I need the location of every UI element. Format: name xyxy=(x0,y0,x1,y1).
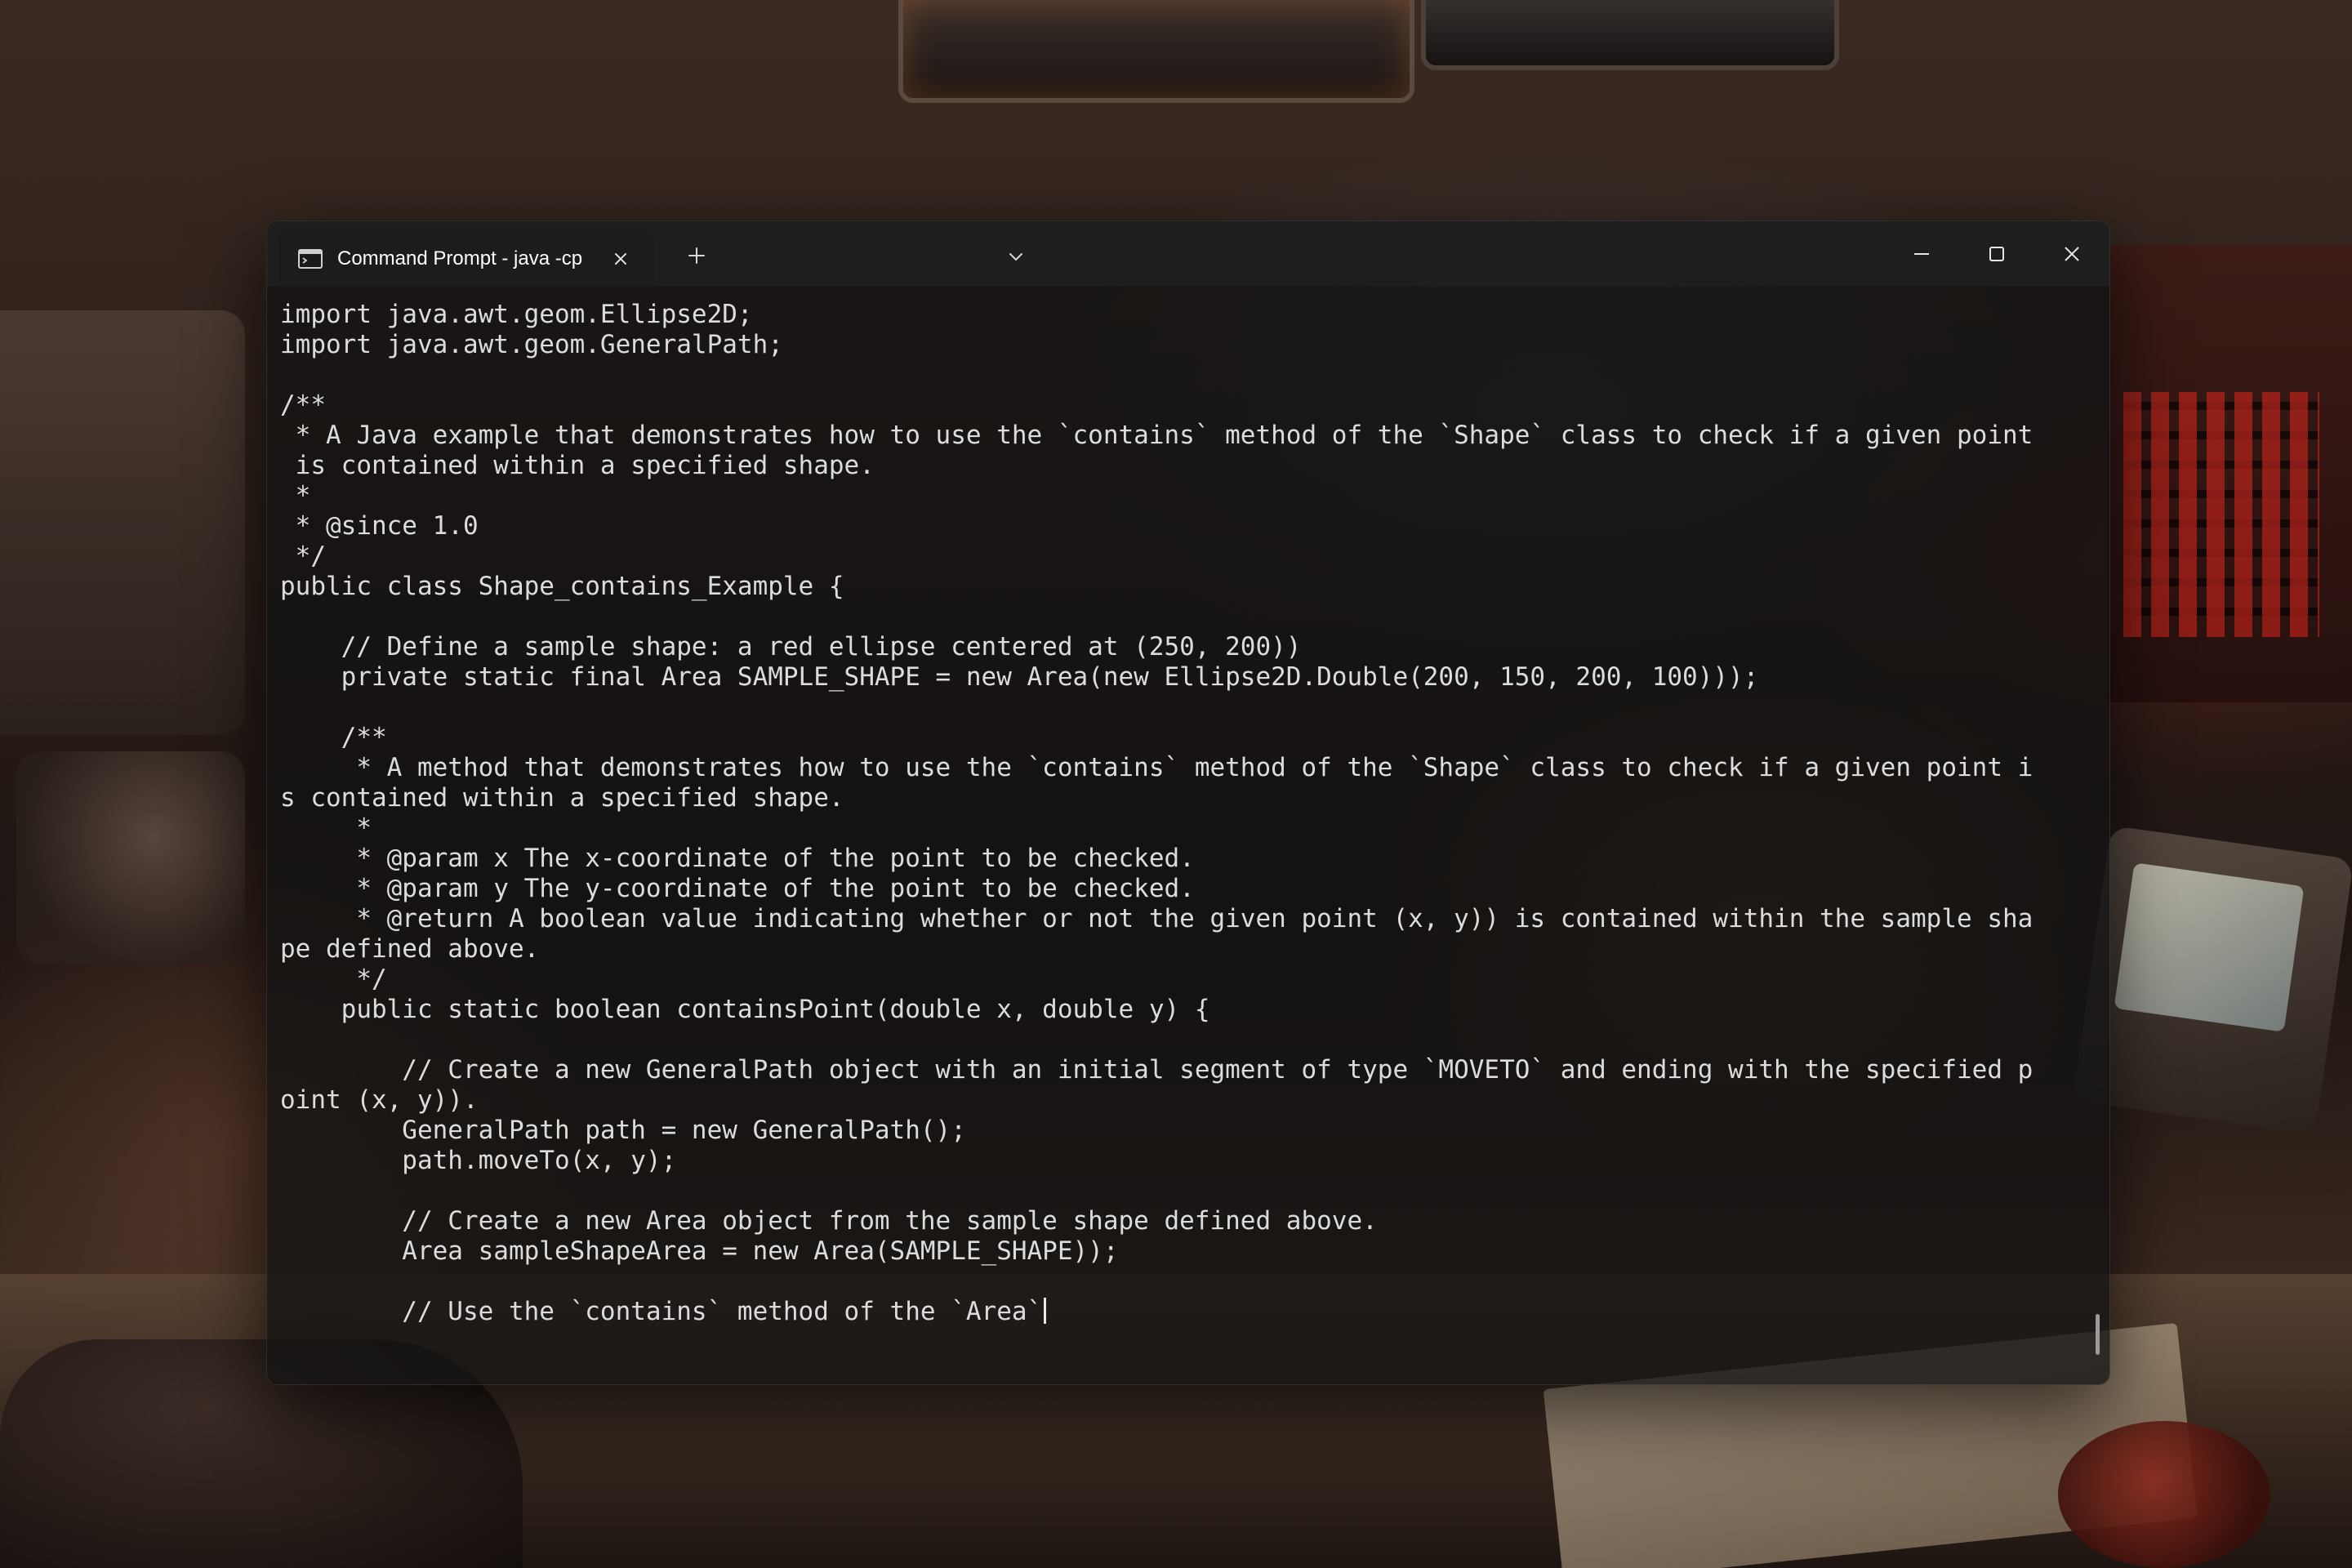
terminal-line: * A method that demonstrates how to use … xyxy=(280,753,2034,782)
terminal-line: /** xyxy=(280,390,326,420)
terminal-line: * @since 1.0 xyxy=(280,511,479,541)
close-icon[interactable] xyxy=(608,247,633,271)
terminal-line: import java.awt.geom.Ellipse2D; xyxy=(280,300,753,329)
terminal-line: * @param x The x-coordinate of the point… xyxy=(280,844,1195,873)
terminal-line: is contained within a specified shape. xyxy=(280,451,875,480)
terminal-line: * @param y The y-coordinate of the point… xyxy=(280,874,1195,903)
terminal-window: Command Prompt - java -cp import java.aw… xyxy=(266,220,2110,1385)
background-red-leds xyxy=(2123,392,2319,637)
terminal-line: // Define a sample shape: a red ellipse … xyxy=(280,632,1302,662)
terminal-line-text: // Use the `contains` method of the `Are… xyxy=(280,1297,1043,1326)
background-top-monitor-2 xyxy=(1421,0,1839,70)
minimize-icon xyxy=(1914,253,1929,255)
background-left-buttons xyxy=(16,751,245,964)
close-window-button[interactable] xyxy=(2034,221,2109,287)
terminal-line: path.moveTo(x, y); xyxy=(280,1146,677,1175)
background-knob xyxy=(2058,1421,2270,1568)
maximize-button[interactable] xyxy=(1959,221,2034,287)
tab-command-prompt[interactable]: Command Prompt - java -cp xyxy=(278,233,654,287)
terminal-line: GeneralPath path = new GeneralPath(); xyxy=(280,1116,966,1145)
terminal-line: */ xyxy=(280,541,326,571)
scrollbar-thumb[interactable] xyxy=(2096,1314,2100,1355)
terminal-line: import java.awt.geom.GeneralPath; xyxy=(280,330,783,359)
terminal-output[interactable]: import java.awt.geom.Ellipse2D; import j… xyxy=(280,300,2093,1368)
terminal-line: */ xyxy=(280,964,387,994)
text-cursor xyxy=(1044,1298,1047,1324)
close-icon xyxy=(2065,247,2079,261)
terminal-line: private static final Area SAMPLE_SHAPE =… xyxy=(280,662,1759,692)
terminal-line: /** xyxy=(280,723,387,752)
maximize-icon xyxy=(1989,247,2004,261)
terminal-line: // Create a new GeneralPath object with … xyxy=(280,1055,2034,1085)
terminal-line: * A Java example that demonstrates how t… xyxy=(280,421,2034,450)
terminal-line: oint (x, y)). xyxy=(280,1085,479,1115)
title-bar[interactable]: Command Prompt - java -cp xyxy=(267,221,2109,287)
terminal-line-current[interactable]: // Use the `contains` method of the `Are… xyxy=(280,1297,2093,1327)
terminal-line: * xyxy=(280,481,311,510)
minimize-button[interactable] xyxy=(1884,221,1959,287)
terminal-line: public static boolean containsPoint(doub… xyxy=(280,995,1210,1024)
background-left-panel xyxy=(0,310,245,735)
background-right-monitor-screen xyxy=(2114,862,2305,1032)
terminal-icon xyxy=(298,249,323,269)
background-top-monitor xyxy=(898,0,1414,103)
terminal-line: pe defined above. xyxy=(280,934,540,964)
terminal-line: s contained within a specified shape. xyxy=(280,783,844,813)
terminal-line: public class Shape_contains_Example { xyxy=(280,572,844,601)
terminal-line: // Create a new Area object from the sam… xyxy=(280,1206,1378,1236)
terminal-line: * @return A boolean value indicating whe… xyxy=(280,904,2034,933)
terminal-line: * xyxy=(280,813,372,843)
chevron-down-icon[interactable] xyxy=(1005,246,1027,267)
terminal-line: Area sampleShapeArea = new Area(SAMPLE_S… xyxy=(280,1236,1119,1266)
tab-title: Command Prompt - java -cp xyxy=(337,247,583,270)
plus-icon[interactable] xyxy=(684,243,710,269)
